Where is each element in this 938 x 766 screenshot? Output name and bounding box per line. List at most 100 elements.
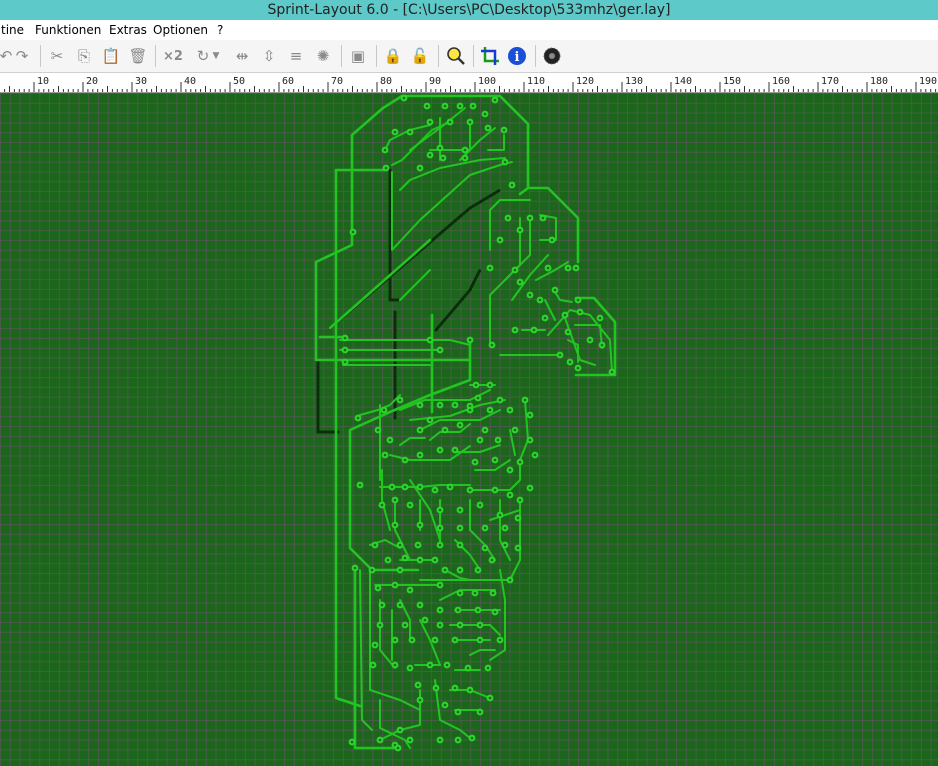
pcb-pad-hole	[498, 513, 502, 517]
pcb-pad-hole	[370, 568, 374, 572]
pcb-pad-hole	[476, 396, 480, 400]
ruler-label: 120	[576, 76, 594, 87]
pcb-pad-hole	[518, 228, 522, 232]
pcb-pad-hole	[503, 543, 507, 547]
pcb-pad-hole	[483, 428, 487, 432]
pcb-pad-hole	[490, 343, 494, 347]
pcb-pad-hole	[398, 603, 402, 607]
pcb-pad-hole	[513, 428, 517, 432]
delete-icon[interactable]: 🗑	[126, 44, 150, 68]
pcb-pad-hole	[393, 130, 397, 134]
pcb-pad-hole	[428, 120, 432, 124]
zoom-icon[interactable]	[444, 44, 468, 68]
pcb-pad-hole	[356, 416, 360, 420]
menu-item-funktionen[interactable]: Funktionen	[34, 20, 102, 40]
pcb-pad-hole	[418, 453, 422, 457]
mirror-vertical-icon[interactable]: ⇳	[257, 44, 281, 68]
duplicate-icon[interactable]: ×2	[161, 44, 185, 68]
pcb-pad-hole	[468, 120, 472, 124]
pcb-pad-hole	[396, 746, 400, 750]
pcb-pad-hole	[518, 498, 522, 502]
mirror-horizontal-icon[interactable]: ⇹	[230, 44, 254, 68]
pcb-pad-hole	[488, 408, 492, 412]
rotate-dropdown-icon[interactable]: ▼	[210, 44, 222, 68]
pcb-pad-hole	[438, 348, 442, 352]
pcb-pad-hole	[458, 508, 462, 512]
pcb-pad-hole	[438, 543, 442, 547]
menu-item-help[interactable]: ?	[216, 20, 224, 40]
pcb-pad-hole	[466, 666, 470, 670]
menu-item-extras[interactable]: Extras	[108, 20, 148, 40]
cut-icon[interactable]: ✂	[45, 44, 69, 68]
pcb-pad-hole	[471, 104, 475, 108]
align-icon[interactable]: ≡	[284, 44, 308, 68]
pcb-pad-hole	[373, 543, 377, 547]
pcb-pad-hole	[458, 623, 462, 627]
highlight-icon[interactable]: ✺	[311, 44, 335, 68]
pcb-pad-hole	[558, 353, 562, 357]
pcb-layout[interactable]	[0, 93, 938, 766]
pcb-settings-icon[interactable]	[540, 44, 564, 68]
pcb-pad-hole	[468, 688, 472, 692]
pcb-pad-hole	[518, 280, 522, 284]
pcb-pad-hole	[403, 458, 407, 462]
pcb-pad-hole	[434, 686, 438, 690]
pcb-workspace[interactable]	[0, 93, 938, 766]
pcb-pad-hole	[384, 166, 388, 170]
pcb-pad-hole	[358, 483, 362, 487]
paste-icon[interactable]: 📋	[99, 44, 123, 68]
unlock-icon[interactable]: 🔓	[408, 44, 432, 68]
pcb-pad-hole	[488, 383, 492, 387]
pcb-pad-hole	[456, 710, 460, 714]
pcb-trace	[328, 188, 502, 330]
pcb-pad-hole	[438, 608, 442, 612]
pcb-pad-hole	[438, 738, 442, 742]
toolbar-separator	[40, 45, 41, 67]
pcb-pad-hole	[491, 591, 495, 595]
group-icon[interactable]: ▣	[346, 44, 370, 68]
pcb-pad-hole	[498, 638, 502, 642]
pcb-pad-hole	[456, 738, 460, 742]
info-icon[interactable]: i	[505, 44, 529, 68]
pcb-pad-hole	[468, 488, 472, 492]
pcb-pad-hole	[546, 266, 550, 270]
pcb-pad-hole	[458, 568, 462, 572]
pcb-pad-hole	[398, 543, 402, 547]
pcb-pad-hole	[398, 728, 402, 732]
copy-icon[interactable]: ⎘	[72, 44, 96, 68]
pcb-pad-hole	[458, 104, 462, 108]
pcb-pad-hole	[486, 126, 490, 130]
pcb-pad-hole	[418, 698, 422, 702]
pcb-pad-hole	[456, 608, 460, 612]
pcb-pad-hole	[528, 413, 532, 417]
toolbar: ↶ ↷ ✂ ⎘ 📋 🗑 ×2 ↻ ▼ ⇹ ⇳ ≡ ✺ ▣ 🔒 🔓 i	[0, 40, 938, 73]
menu-item-optionen[interactable]: Optionen	[152, 20, 209, 40]
lock-icon[interactable]: 🔒	[381, 44, 405, 68]
pcb-pad-hole	[532, 328, 536, 332]
pcb-pad-hole	[563, 313, 567, 317]
redo-icon[interactable]: ↷	[10, 44, 34, 68]
toolbar-separator	[155, 45, 156, 67]
menu-item-routine[interactable]: tine	[0, 20, 25, 40]
pcb-pad-hole	[408, 738, 412, 742]
pcb-pad-hole	[416, 543, 420, 547]
pcb-pad-hole	[528, 438, 532, 442]
pcb-pad-hole	[473, 460, 477, 464]
pcb-pad-hole	[353, 566, 357, 570]
pcb-pad-hole	[541, 216, 545, 220]
pcb-pad-hole	[443, 428, 447, 432]
pcb-pad-hole	[493, 488, 497, 492]
pcb-pad-hole	[403, 623, 407, 627]
pcb-pad-hole	[528, 486, 532, 490]
pcb-pad-hole	[490, 558, 494, 562]
crop-icon[interactable]	[478, 44, 502, 68]
pcb-pad-hole	[508, 408, 512, 412]
pcb-pad-hole	[513, 328, 517, 332]
pcb-pad-hole	[441, 156, 445, 160]
pcb-pad-hole	[408, 666, 412, 670]
pcb-pad-hole	[503, 160, 507, 164]
pcb-pad-hole	[498, 398, 502, 402]
pcb-pad-hole	[473, 591, 477, 595]
pcb-pad-hole	[433, 638, 437, 642]
pcb-pad-hole	[502, 128, 506, 132]
